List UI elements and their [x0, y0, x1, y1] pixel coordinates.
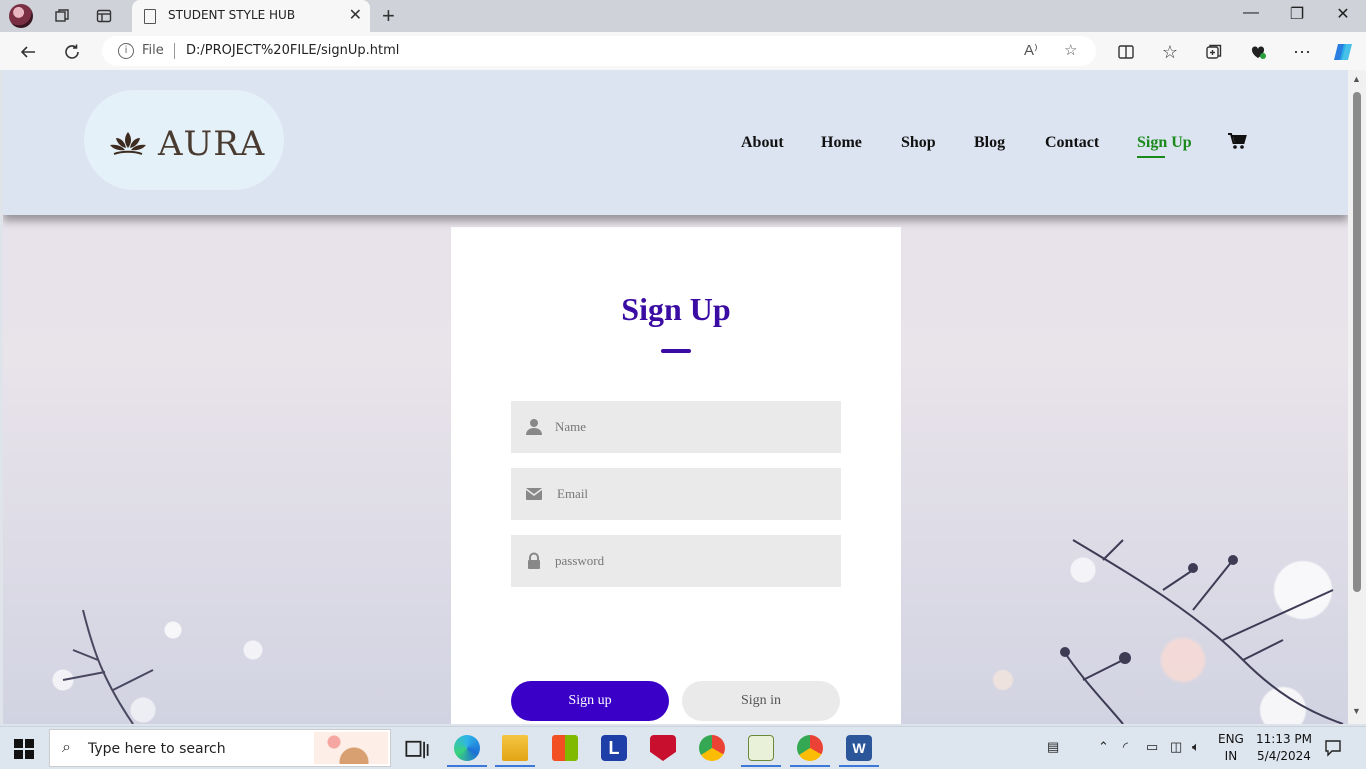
- favorite-star-icon[interactable]: ☆: [1064, 41, 1077, 59]
- name-field[interactable]: Name: [511, 401, 841, 453]
- minimize-icon[interactable]: —: [1236, 4, 1266, 22]
- volume-icon[interactable]: 🔈︎: [1192, 739, 1200, 755]
- word-icon[interactable]: W: [846, 735, 872, 761]
- sign-in-button[interactable]: Sign in: [682, 681, 840, 721]
- clock-time: 11:13 PM: [1256, 732, 1312, 746]
- tab-actions-icon[interactable]: [92, 4, 116, 28]
- edge-active-indicator: [447, 765, 487, 767]
- taskbar-search-box[interactable]: ⌕ Type here to search: [49, 729, 391, 767]
- form-title: Sign Up: [621, 291, 731, 327]
- split-screen-icon[interactable]: [1113, 39, 1139, 65]
- url-scheme-label: File: [142, 43, 164, 58]
- envelope-icon: [525, 488, 543, 500]
- url-text[interactable]: D:/PROJECT%20FILE/signUp.html: [186, 43, 399, 58]
- chrome-profile-icon[interactable]: [797, 735, 823, 761]
- nav-blog[interactable]: Blog: [974, 134, 1005, 152]
- site-header: AURA About Home Shop Blog Contact Sign U…: [3, 70, 1348, 215]
- news-widget-icon[interactable]: ▤: [1047, 739, 1059, 755]
- scroll-thumb[interactable]: [1353, 92, 1361, 592]
- browser-tab-active[interactable]: STUDENT STYLE HUB ✕: [132, 0, 370, 32]
- lock-icon: [528, 552, 540, 569]
- notepad-chart-icon[interactable]: [748, 735, 774, 761]
- address-bar[interactable]: i File D:/PROJECT%20FILE/signUp.html A⁾ …: [102, 36, 1096, 66]
- chart-app-active-indicator: [741, 765, 781, 767]
- browser-tab-bar: STUDENT STYLE HUB ✕ + — ❐ ✕: [0, 0, 1366, 32]
- scroll-down-arrow-icon[interactable]: ▼: [1352, 706, 1361, 716]
- workspaces-icon[interactable]: [50, 4, 74, 28]
- browser-toolbar: i File D:/PROJECT%20FILE/signUp.html A⁾ …: [0, 32, 1366, 70]
- word-active-indicator: [839, 765, 879, 767]
- taskbar-search-text: Type here to search: [88, 741, 226, 757]
- lotus-logo-icon: [110, 132, 146, 155]
- background-branch-left: [62, 610, 154, 724]
- copilot-icon[interactable]: [1330, 39, 1356, 65]
- chrome-active-indicator: [790, 765, 830, 767]
- nav-contact[interactable]: Contact: [1045, 134, 1099, 152]
- url-separator: [174, 43, 175, 59]
- mcafee-icon[interactable]: [650, 735, 676, 761]
- explorer-active-indicator: [495, 765, 535, 767]
- back-arrow-icon[interactable]: [15, 39, 41, 65]
- windows-taskbar: ⌕ Type here to search L W ▤ ⌃ ◜ ▭ ◫ 🔈︎ E…: [0, 726, 1366, 769]
- profile-avatar[interactable]: [9, 4, 33, 28]
- signup-card: Sign Up Name Email password Sign up Sign…: [451, 227, 901, 724]
- sign-up-button[interactable]: Sign up: [511, 681, 669, 721]
- edge-browser-icon[interactable]: [454, 735, 480, 761]
- restore-icon[interactable]: ❐: [1282, 4, 1312, 24]
- chrome-icon[interactable]: [699, 735, 725, 761]
- page-viewport: AURA About Home Shop Blog Contact Sign U…: [3, 70, 1348, 724]
- title-underline: [661, 349, 691, 353]
- close-window-icon[interactable]: ✕: [1328, 4, 1358, 24]
- more-options-icon[interactable]: ⋯: [1289, 39, 1315, 65]
- l-app-icon[interactable]: L: [601, 735, 627, 761]
- language-indicator[interactable]: ENG IN: [1218, 731, 1244, 765]
- collections-icon[interactable]: [1201, 39, 1227, 65]
- new-tab-icon[interactable]: +: [382, 3, 395, 29]
- refresh-icon[interactable]: [59, 39, 85, 65]
- site-logo[interactable]: AURA: [84, 90, 284, 190]
- search-highlight-image: [314, 732, 388, 764]
- task-view-icon[interactable]: [404, 737, 430, 763]
- language-region: IN: [1224, 749, 1238, 763]
- email-field[interactable]: Email: [511, 468, 841, 520]
- password-field[interactable]: password: [511, 535, 841, 587]
- password-placeholder: password: [555, 553, 605, 568]
- nav-sign-up[interactable]: Sign Up: [1137, 134, 1192, 158]
- name-placeholder: Name: [555, 419, 587, 434]
- page-scrollbar[interactable]: ▲ ▼: [1348, 70, 1366, 724]
- show-hidden-icons-chevron[interactable]: ⌃: [1098, 739, 1109, 755]
- background-branch-right: [1060, 539, 1344, 724]
- file-explorer-icon[interactable]: [502, 735, 528, 761]
- user-icon: [526, 419, 542, 435]
- battery-icon[interactable]: ▭: [1146, 739, 1158, 755]
- browser-essentials-icon[interactable]: [1245, 39, 1271, 65]
- read-aloud-icon[interactable]: A⁾: [1024, 41, 1038, 59]
- close-tab-icon[interactable]: ✕: [349, 5, 362, 25]
- microsoft-store-icon[interactable]: [552, 735, 578, 761]
- notifications-icon[interactable]: [1324, 739, 1342, 757]
- windows-start-icon[interactable]: [14, 739, 34, 759]
- network-icon[interactable]: ◜: [1123, 739, 1128, 755]
- language-code: ENG: [1218, 732, 1244, 746]
- nav-shop[interactable]: Shop: [901, 134, 936, 152]
- page-document-icon: [144, 9, 156, 24]
- tab-title: STUDENT STYLE HUB: [168, 8, 296, 22]
- scroll-up-arrow-icon[interactable]: ▲: [1352, 74, 1361, 84]
- nav-home[interactable]: Home: [821, 134, 862, 152]
- nav-about[interactable]: About: [741, 134, 784, 152]
- favorites-icon[interactable]: ☆: [1157, 39, 1183, 65]
- meet-now-icon[interactable]: ◫: [1170, 739, 1182, 755]
- search-icon: ⌕: [62, 739, 71, 756]
- email-placeholder: Email: [557, 486, 589, 501]
- logo-text: AURA: [158, 124, 266, 164]
- shopping-cart-icon[interactable]: [1227, 132, 1247, 150]
- site-info-icon[interactable]: i: [118, 43, 134, 59]
- system-clock[interactable]: 11:13 PM 5/4/2024: [1256, 731, 1312, 765]
- clock-date: 5/4/2024: [1257, 749, 1311, 763]
